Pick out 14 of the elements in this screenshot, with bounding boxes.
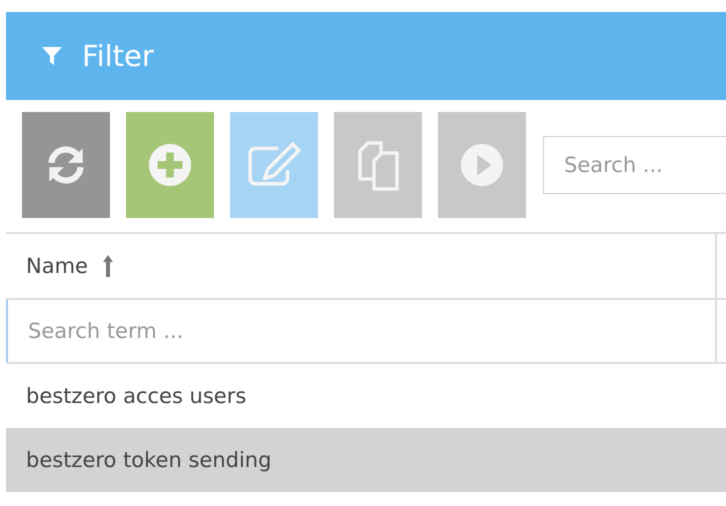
plus-circle-icon <box>147 142 193 188</box>
filter-icon <box>40 44 64 68</box>
add-button[interactable] <box>126 112 214 218</box>
play-circle-icon <box>459 142 505 188</box>
table-cell: bestzero acces users <box>26 384 246 408</box>
search-term-field[interactable]: Search term ... <box>6 300 717 362</box>
refresh-button[interactable] <box>22 112 110 218</box>
table-row[interactable]: bestzero acces users <box>6 364 726 428</box>
panel-title: Filter <box>82 39 154 73</box>
edit-icon <box>247 142 301 188</box>
table-cell: bestzero token sending <box>26 448 272 472</box>
column-header[interactable]: Name <box>6 234 717 298</box>
table-row[interactable]: bestzero token sending <box>6 428 726 492</box>
search-field[interactable]: Search ... <box>543 136 726 194</box>
